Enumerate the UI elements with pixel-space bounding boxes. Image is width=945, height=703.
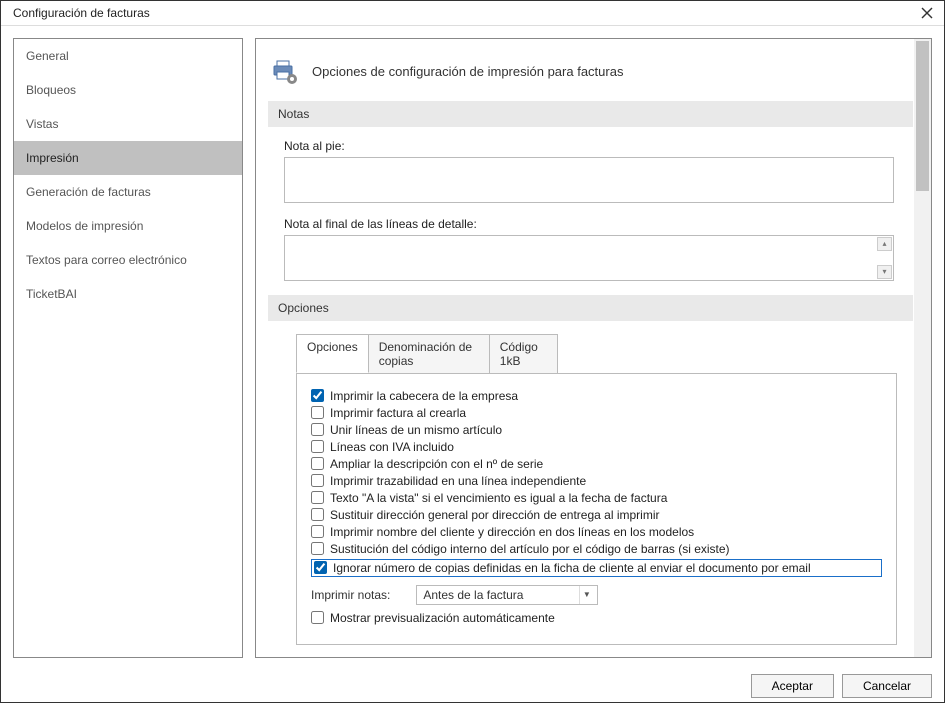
tab-label: Código 1kB <box>500 340 538 368</box>
select-value: Antes de la factura <box>423 588 523 602</box>
sidebar-item-label: Impresión <box>26 151 79 165</box>
tab-denominacion[interactable]: Denominación de copias <box>369 334 490 373</box>
label-nota-final: Nota al final de las líneas de detalle: <box>284 217 913 231</box>
check-label: Líneas con IVA incluido <box>330 440 454 454</box>
check-label: Sustituir dirección general por direcció… <box>330 508 659 522</box>
check-label: Sustitución del código interno del artíc… <box>330 542 730 556</box>
select-imprimir-notas[interactable]: Antes de la factura ▼ <box>416 585 598 605</box>
checkbox[interactable] <box>311 491 324 504</box>
sidebar-item-modelos[interactable]: Modelos de impresión <box>14 209 242 243</box>
sidebar-item-label: TicketBAI <box>26 287 77 301</box>
scrollbar-thumb[interactable] <box>916 41 929 191</box>
tab-opciones[interactable]: Opciones <box>296 334 369 373</box>
checkbox[interactable] <box>311 457 324 470</box>
check-ignorar-copias[interactable]: Ignorar número de copias definidas en la… <box>311 559 882 577</box>
sidebar-item-generacion[interactable]: Generación de facturas <box>14 175 242 209</box>
check-unir-lineas[interactable]: Unir líneas de un mismo artículo <box>311 423 882 437</box>
check-a-la-vista[interactable]: Texto "A la vista" si el vencimiento es … <box>311 491 882 505</box>
sidebar: General Bloqueos Vistas Impresión Genera… <box>13 38 243 658</box>
check-sustituir-direccion[interactable]: Sustituir dirección general por direcció… <box>311 508 882 522</box>
check-label: Ignorar número de copias definidas en la… <box>333 561 811 575</box>
sidebar-item-label: General <box>26 49 69 63</box>
tabs: Opciones Denominación de copias Código 1… <box>296 333 558 373</box>
checkbox[interactable] <box>314 561 327 574</box>
sidebar-item-label: Bloqueos <box>26 83 76 97</box>
sidebar-item-label: Vistas <box>26 117 58 131</box>
sidebar-item-vistas[interactable]: Vistas <box>14 107 242 141</box>
titlebar: Configuración de facturas <box>1 1 944 26</box>
button-label: Cancelar <box>863 679 911 693</box>
scroll-up-icon[interactable]: ▴ <box>877 237 892 251</box>
accept-button[interactable]: Aceptar <box>751 674 834 698</box>
check-iva[interactable]: Líneas con IVA incluido <box>311 440 882 454</box>
tab-panel-opciones: Imprimir la cabecera de la empresa Impri… <box>296 373 897 645</box>
check-label: Imprimir nombre del cliente y dirección … <box>330 525 694 539</box>
checkbox[interactable] <box>311 474 324 487</box>
checkbox[interactable] <box>311 525 324 538</box>
check-trazabilidad[interactable]: Imprimir trazabilidad en una línea indep… <box>311 474 882 488</box>
label-nota-pie: Nota al pie: <box>284 139 913 153</box>
checkbox[interactable] <box>311 406 324 419</box>
check-imprimir-crear[interactable]: Imprimir factura al crearla <box>311 406 882 420</box>
checkbox[interactable] <box>311 440 324 453</box>
dialog-invoice-config: Configuración de facturas General Bloque… <box>0 0 945 703</box>
tab-label: Denominación de copias <box>379 340 472 368</box>
check-cabecera[interactable]: Imprimir la cabecera de la empresa <box>311 389 882 403</box>
sidebar-item-general[interactable]: General <box>14 39 242 73</box>
button-label: Aceptar <box>772 679 813 693</box>
check-label: Unir líneas de un mismo artículo <box>330 423 502 437</box>
sidebar-item-bloqueos[interactable]: Bloqueos <box>14 73 242 107</box>
check-label: Ampliar la descripción con el nº de seri… <box>330 457 543 471</box>
check-label: Imprimir trazabilidad en una línea indep… <box>330 474 586 488</box>
check-sustitucion-codigo[interactable]: Sustitución del código interno del artíc… <box>311 542 882 556</box>
input-nota-pie[interactable] <box>284 157 894 203</box>
sidebar-item-label: Modelos de impresión <box>26 219 143 233</box>
section-notas: Notas <box>268 101 913 127</box>
check-label: Imprimir factura al crearla <box>330 406 466 420</box>
scroll-down-icon[interactable]: ▾ <box>877 265 892 279</box>
label-imprimir-notas: Imprimir notas: <box>311 588 390 602</box>
check-label: Imprimir la cabecera de la empresa <box>330 389 518 403</box>
main-panel: Opciones de configuración de impresión p… <box>255 38 932 658</box>
cancel-button[interactable]: Cancelar <box>842 674 932 698</box>
sidebar-item-textos-correo[interactable]: Textos para correo electrónico <box>14 243 242 277</box>
sidebar-item-ticketbai[interactable]: TicketBAI <box>14 277 242 311</box>
checkbox[interactable] <box>311 611 324 624</box>
footer: Aceptar Cancelar <box>1 670 944 702</box>
checkbox[interactable] <box>311 389 324 402</box>
print-notes-row: Imprimir notas: Antes de la factura ▼ <box>311 585 882 605</box>
tab-codigo1kb[interactable]: Código 1kB <box>490 334 558 373</box>
section-opciones: Opciones <box>268 295 913 321</box>
check-ampliar-desc[interactable]: Ampliar la descripción con el nº de seri… <box>311 457 882 471</box>
checkbox[interactable] <box>311 542 324 555</box>
sidebar-item-label: Generación de facturas <box>26 185 151 199</box>
sidebar-item-impresion[interactable]: Impresión <box>14 141 242 175</box>
input-nota-final[interactable]: ▴ ▾ <box>284 235 894 281</box>
printer-settings-icon <box>272 59 298 85</box>
chevron-down-icon: ▼ <box>579 586 593 604</box>
body-area: General Bloqueos Vistas Impresión Genera… <box>1 26 944 670</box>
header-row: Opciones de configuración de impresión p… <box>272 59 913 85</box>
checkbox[interactable] <box>311 508 324 521</box>
page-title: Opciones de configuración de impresión p… <box>312 64 623 79</box>
scrollbar[interactable] <box>914 39 931 657</box>
check-nombre-direccion[interactable]: Imprimir nombre del cliente y dirección … <box>311 525 882 539</box>
check-previsualizacion[interactable]: Mostrar previsualización automáticamente <box>311 611 882 625</box>
checkbox[interactable] <box>311 423 324 436</box>
window-title: Configuración de facturas <box>13 6 150 20</box>
tab-label: Opciones <box>307 340 358 354</box>
check-label: Texto "A la vista" si el vencimiento es … <box>330 491 667 505</box>
check-label: Mostrar previsualización automáticamente <box>330 611 555 625</box>
sidebar-item-label: Textos para correo electrónico <box>26 253 187 267</box>
close-icon[interactable] <box>920 6 934 20</box>
